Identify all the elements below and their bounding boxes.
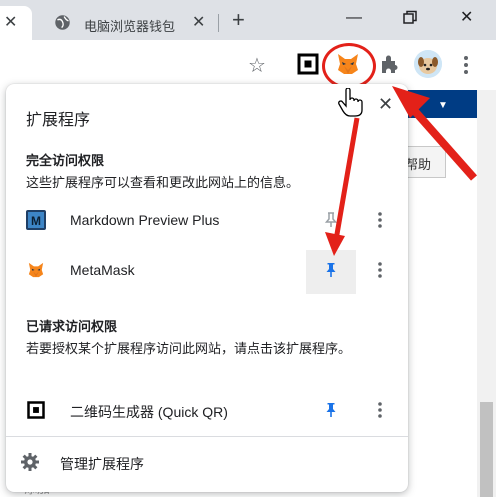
extensions-menu: 扩展程序 ✕ 完全访问权限 这些扩展程序可以查看和更改此网站上的信息。 M Ma… bbox=[6, 84, 408, 492]
menu-title: 扩展程序 bbox=[26, 112, 91, 129]
unpinned-icon[interactable] bbox=[322, 211, 340, 229]
tab-separator bbox=[218, 14, 219, 32]
svg-text:M: M bbox=[31, 214, 41, 228]
gear-icon[interactable] bbox=[20, 452, 40, 472]
profile-avatar[interactable] bbox=[414, 50, 442, 78]
extension-name[interactable]: MetaMask bbox=[70, 262, 135, 278]
close-tab-icon[interactable]: ✕ bbox=[192, 15, 205, 31]
more-options-icon[interactable] bbox=[378, 212, 382, 228]
new-tab-icon[interactable]: + bbox=[232, 8, 245, 32]
globe-icon bbox=[55, 15, 70, 30]
toolbar: ☆ bbox=[0, 40, 496, 90]
section-description: 若要授权某个扩展程序访问此网站，请点击该扩展程序。 bbox=[26, 341, 352, 356]
page-navbar: ▼ bbox=[400, 90, 480, 118]
scrollbar-thumb[interactable] bbox=[480, 402, 493, 497]
qr-code-icon bbox=[27, 401, 45, 419]
extension-name[interactable]: Markdown Preview Plus bbox=[70, 212, 219, 228]
close-window-icon[interactable]: ✕ bbox=[460, 8, 473, 28]
close-icon[interactable]: ✕ bbox=[378, 94, 393, 115]
tab-title: 电脑浏览器钱包 bbox=[84, 19, 176, 34]
restore-icon[interactable] bbox=[402, 8, 418, 32]
dropdown-caret-icon: ▼ bbox=[438, 100, 448, 111]
hand-cursor-icon bbox=[338, 88, 363, 117]
more-options-icon[interactable] bbox=[378, 402, 382, 418]
section-description: 这些扩展程序可以查看和更改此网站上的信息。 bbox=[26, 175, 300, 190]
extensions-puzzle-icon[interactable] bbox=[378, 52, 402, 76]
divider bbox=[6, 436, 408, 437]
pin-icon[interactable] bbox=[322, 261, 340, 279]
manage-extensions-link[interactable]: 管理扩展程序 bbox=[60, 454, 144, 474]
browser-menu-icon[interactable] bbox=[463, 54, 469, 76]
tab-wallet[interactable]: 电脑浏览器钱包 ✕ bbox=[40, 6, 218, 40]
pin-icon[interactable] bbox=[322, 401, 340, 419]
close-tab-icon[interactable]: ✕ bbox=[4, 15, 17, 31]
section-title-full-access: 完全访问权限 bbox=[26, 153, 105, 168]
bookmark-star-icon[interactable]: ☆ bbox=[248, 53, 266, 78]
extension-name[interactable]: 二维码生成器 (Quick QR) bbox=[70, 402, 228, 422]
tab-strip: ✕ 电脑浏览器钱包 ✕ + — ✕ bbox=[0, 0, 496, 40]
section-title-requested: 已请求访问权限 bbox=[26, 319, 118, 334]
qr-extension-icon[interactable] bbox=[296, 52, 320, 76]
active-tab[interactable]: ✕ bbox=[0, 6, 32, 40]
annotation-circle bbox=[322, 43, 376, 89]
more-options-icon[interactable] bbox=[378, 262, 382, 278]
minimize-icon[interactable]: — bbox=[346, 8, 362, 28]
fox-icon bbox=[28, 262, 44, 278]
markdown-icon: M bbox=[26, 210, 46, 230]
